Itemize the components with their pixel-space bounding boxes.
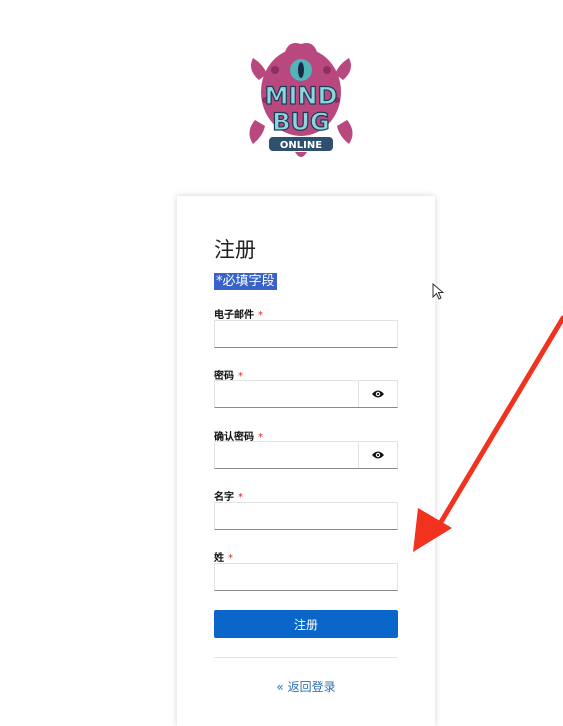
register-button[interactable]: 注册 [214,610,398,638]
page-title: 注册 [214,238,256,262]
email-input[interactable] [215,321,397,347]
last-name-field[interactable] [214,563,398,591]
first-name-input[interactable] [215,503,397,529]
show-confirm-password-button[interactable] [358,442,397,468]
first-name-field[interactable] [214,502,398,530]
confirm-password-input[interactable] [215,442,359,468]
last-name-input[interactable] [215,564,397,590]
logo-word-bug: BUG [272,108,329,136]
email-field[interactable] [214,320,398,348]
required-fields-note: *必填字段 [214,273,277,290]
eye-icon [372,451,384,459]
password-field [214,380,398,408]
last-name-label: 姓 * [214,549,233,564]
back-to-login-link[interactable]: « 返回登录 [214,678,398,695]
show-password-button[interactable] [358,381,397,407]
divider [214,657,398,658]
password-input[interactable] [215,381,359,407]
first-name-label: 名字 * [214,488,243,503]
confirm-password-input-wrap [215,442,359,468]
password-input-wrap [215,381,359,407]
eye-icon [372,390,384,398]
logo-word-online: ONLINE [280,140,322,151]
logo-word-mind: MIND [265,82,338,110]
mouse-cursor-icon [432,283,444,300]
confirm-password-field [214,441,398,469]
mindbug-online-logo: MIND BUG ONLINE [245,40,357,162]
email-label: 电子邮件 * [214,306,263,321]
registration-card: 注册 *必填字段 电子邮件 * 密码 * 确认密码 * 名字 * 姓 * 注册 … [177,196,435,726]
